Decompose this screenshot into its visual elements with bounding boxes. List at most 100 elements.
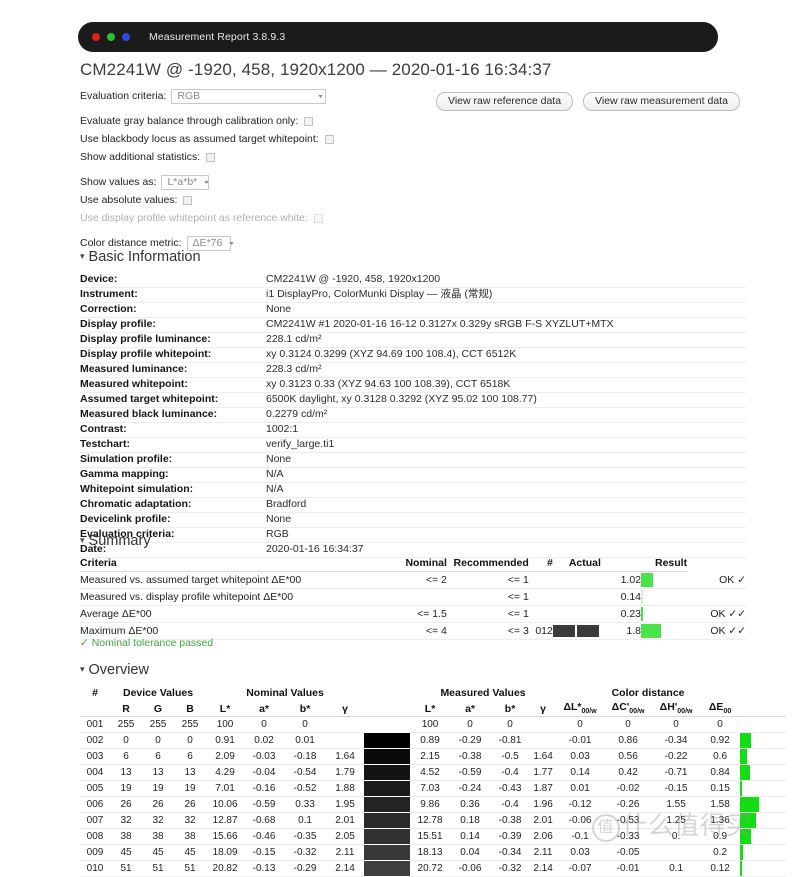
overview-cell: 0.1: [284, 812, 327, 829]
overview-swatch-cell: [364, 829, 411, 845]
minimize-icon[interactable]: [107, 33, 115, 41]
overview-cell: 0: [244, 716, 285, 733]
additional-stats-checkbox[interactable]: [206, 152, 216, 162]
option-blackbody-locus: Use blackbody locus as assumed target wh…: [80, 131, 746, 147]
overview-cell: 4.29: [206, 764, 245, 781]
summary-heading[interactable]: ▾ Summary: [80, 533, 746, 549]
delta-e-bar: [740, 797, 760, 812]
overview-cell: 0.18: [450, 812, 491, 829]
overview-swatch-cell: [364, 717, 411, 733]
basic-info-value: None: [266, 302, 746, 318]
close-icon[interactable]: [92, 33, 100, 41]
overview-cell: 19: [174, 780, 207, 797]
profile-whitepoint-checkbox: [313, 213, 323, 223]
overview-cell: 0.01: [284, 732, 327, 749]
overview-cell: 2.01: [530, 812, 557, 829]
overview-cell: 006: [80, 796, 110, 813]
basic-info-key: Chromatic adaptation:: [80, 497, 266, 513]
overview-cell: 0: [110, 732, 142, 749]
chevron-down-icon: ▾: [204, 179, 209, 186]
absolute-values-label: Use absolute values:: [80, 194, 178, 206]
overview-cell: 15.66: [206, 828, 245, 845]
overview-cell: 0: [174, 732, 207, 749]
overview-cell: -0.52: [284, 780, 327, 797]
overview-column-header: B: [174, 700, 207, 717]
color-swatch: [364, 797, 411, 812]
overview-bar: [740, 748, 787, 765]
color-swatch: [364, 861, 411, 876]
basic-info-row: Assumed target whitepoint: 6500K daylight…: [80, 392, 746, 408]
basic-info-value: 228.3 cd/m²: [266, 362, 746, 378]
overview-cell: [326, 732, 365, 749]
basic-info-row: Measured black luminance: 0.2279 cd/m²: [80, 407, 746, 423]
overview-cell: -0.07: [556, 860, 605, 877]
window-title: Measurement Report 3.8.9.3: [149, 31, 286, 43]
overview-cell: -0.54: [284, 764, 327, 781]
overview-swatch-cell: [364, 765, 411, 781]
overview-cell: -0.02: [604, 780, 653, 797]
basic-info-key: Whitepoint simulation:: [80, 482, 266, 498]
overview-cell: 1.87: [530, 780, 557, 797]
overview-bar: [740, 780, 787, 797]
overview-cell: 0.56: [604, 748, 653, 765]
view-raw-measurement-data-button[interactable]: View raw measurement data: [583, 92, 740, 111]
summary-column-header: #: [528, 557, 553, 572]
summary-recommended: <= 1: [446, 605, 529, 623]
overview-cell: 2.15: [410, 748, 451, 765]
overview-cell: -0.29: [284, 860, 327, 877]
show-values-label: Show values as:: [80, 176, 157, 188]
overview-cell: 26: [142, 796, 174, 813]
overview-cell: 255: [142, 716, 174, 733]
overview-cell: 6: [110, 748, 142, 765]
overview-cell: -0.32: [490, 860, 531, 877]
basic-info-row: Display profile: CM2241W #1 2020-01-16 16…: [80, 317, 746, 333]
overview-cell: 2.09: [206, 748, 245, 765]
overview-cell: -0.4: [490, 796, 531, 813]
overview-delta-e: 0.9: [700, 828, 741, 845]
overview-swatch-cell: [364, 861, 411, 877]
overview-cell: -0.01: [556, 732, 605, 749]
basic-info-key: Instrument:: [80, 287, 266, 303]
overview-title: Overview: [88, 662, 149, 678]
basic-info-value: None: [266, 512, 746, 528]
maximize-icon[interactable]: [122, 33, 130, 41]
overview-bar: [740, 860, 787, 877]
overview-cell: 0.14: [450, 828, 491, 845]
table-row: 004 13 13 13 4.29 -0.04 -0.54 1.79 4.52 -0.59 -0.4…: [80, 764, 787, 781]
absolute-values-checkbox[interactable]: [183, 195, 193, 205]
view-raw-reference-data-button[interactable]: View raw reference data: [436, 92, 574, 111]
overview-cell: 003: [80, 748, 110, 765]
overview-group-header: [740, 684, 786, 700]
basic-information-heading[interactable]: ▾ Basic Information: [80, 249, 746, 265]
page-title: CM2241W @ -1920, 458, 1920x1200 — 2020-0…: [80, 60, 552, 79]
overview-column-header: a*: [450, 700, 491, 717]
overview-cell: 51: [110, 860, 142, 877]
basic-info-value: verify_large.ti1: [266, 437, 746, 453]
overview-cell: 32: [174, 812, 207, 829]
overview-cell: 2.01: [326, 812, 365, 829]
color-swatch: [364, 813, 411, 828]
overview-cell: 100: [410, 716, 451, 733]
overview-cell: 10.06: [206, 796, 245, 813]
show-values-select[interactable]: L*a*b* ▾: [161, 174, 210, 190]
overview-heading[interactable]: ▾ Overview: [80, 662, 746, 678]
summary-row: Measured vs. assumed target whitepoint Δ…: [80, 571, 746, 589]
overview-cell: 13: [142, 764, 174, 781]
overview-cell: 0.14: [556, 764, 605, 781]
basic-info-value: i1 DisplayPro, ColorMunki Display — 液晶 (…: [266, 287, 746, 303]
overview-swatch-cell: [364, 781, 411, 797]
overview-column-header: ΔH'00/w: [652, 700, 701, 717]
summary-hash: [528, 571, 553, 589]
overview-delta-e: 0.84: [700, 764, 741, 781]
overview-cell: 001: [80, 716, 110, 733]
blackbody-checkbox[interactable]: [324, 134, 334, 144]
overview-cell: 13: [174, 764, 207, 781]
option-profile-whitepoint: Use display profile whitepoint as refere…: [80, 210, 746, 226]
window-titlebar: Measurement Report 3.8.9.3: [78, 22, 718, 52]
basic-info-value: N/A: [266, 482, 746, 498]
blackbody-label: Use blackbody locus as assumed target wh…: [80, 133, 319, 145]
evaluation-criteria-select[interactable]: RGB ▾: [171, 88, 327, 104]
gray-balance-checkbox[interactable]: [304, 116, 314, 126]
overview-cell: 20.72: [410, 860, 451, 877]
overview-cell: 0: [284, 716, 327, 733]
